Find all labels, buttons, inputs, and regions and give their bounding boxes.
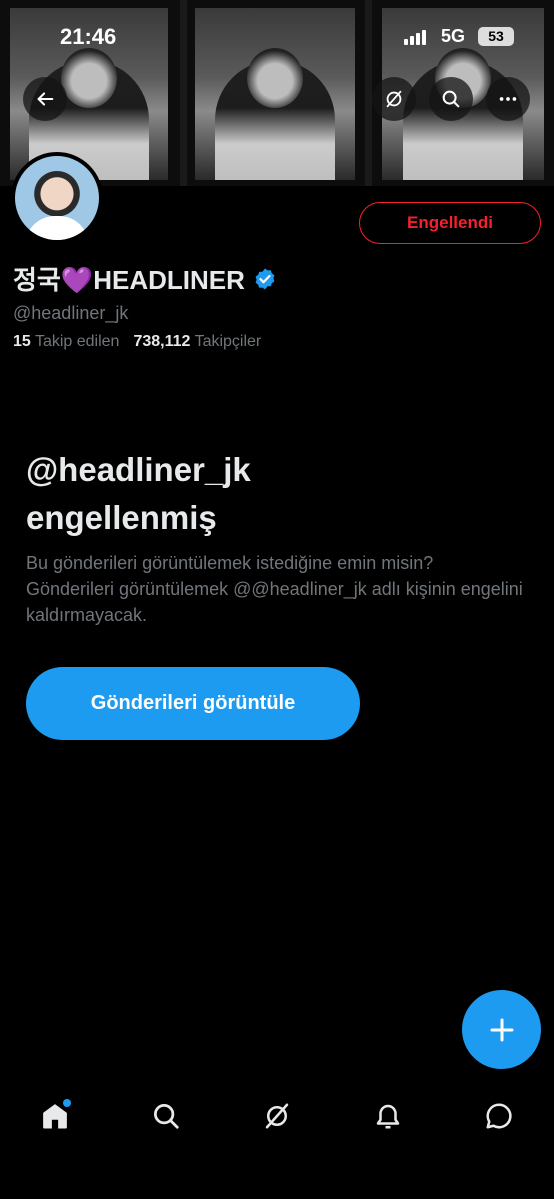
nav-search[interactable] — [136, 1086, 196, 1146]
blocked-notice-description: Bu gönderileri görüntülemek istediğine e… — [26, 553, 523, 625]
following-link[interactable]: 15 Takip edilen — [13, 333, 119, 351]
blocked-notice-title: @headliner_jk engellenmiş — [26, 446, 251, 542]
avatar[interactable] — [11, 152, 103, 244]
nav-notifications[interactable] — [358, 1086, 418, 1146]
nav-messages[interactable] — [469, 1086, 529, 1146]
view-posts-button[interactable]: Gönderileri görüntüle — [26, 667, 360, 740]
grok-icon — [386, 90, 402, 108]
blocked-button[interactable]: Engellendi — [359, 202, 541, 244]
followers-count: 738,112 — [133, 333, 191, 350]
followers-link[interactable]: 738,112 Takipçiler — [133, 333, 261, 351]
bottom-nav — [0, 1080, 554, 1152]
signal-icon — [404, 30, 426, 45]
back-button[interactable] — [23, 77, 67, 121]
display-name: 정국💜HEADLINER — [13, 265, 245, 295]
search-icon — [154, 1104, 179, 1129]
blocked-title-line2: engellenmiş — [26, 499, 217, 536]
home-indicator — [176, 1178, 378, 1184]
arrow-left-icon — [37, 92, 54, 106]
plus-icon — [490, 1018, 513, 1041]
battery-icon: 53 — [478, 27, 514, 46]
more-button[interactable] — [486, 77, 530, 121]
profile-name: 정국💜HEADLINER — [13, 260, 277, 297]
messages-icon — [486, 1103, 512, 1129]
nav-grok[interactable] — [247, 1086, 307, 1146]
compose-button[interactable] — [462, 990, 541, 1069]
more-icon — [499, 97, 517, 101]
grok-icon — [265, 1103, 289, 1129]
network-label: 5G — [441, 26, 466, 46]
follow-stats: 15 Takip edilen 738,112 Takipçiler — [13, 333, 261, 351]
nav-home[interactable] — [25, 1086, 85, 1146]
following-label: Takip edilen — [34, 333, 120, 350]
grok-button[interactable] — [372, 77, 416, 121]
following-count: 15 — [13, 333, 31, 350]
status-bar: 21:46 5G 53 — [0, 0, 554, 70]
profile-handle: @headliner_jk — [13, 303, 129, 323]
bell-icon — [376, 1104, 400, 1129]
search-button[interactable] — [429, 77, 473, 121]
blocked-title-line1: @headliner_jk — [26, 451, 251, 488]
status-time: 21:46 — [60, 24, 117, 49]
search-icon — [442, 90, 460, 108]
followers-label: Takipçiler — [194, 333, 262, 350]
verified-badge-icon — [255, 268, 275, 289]
